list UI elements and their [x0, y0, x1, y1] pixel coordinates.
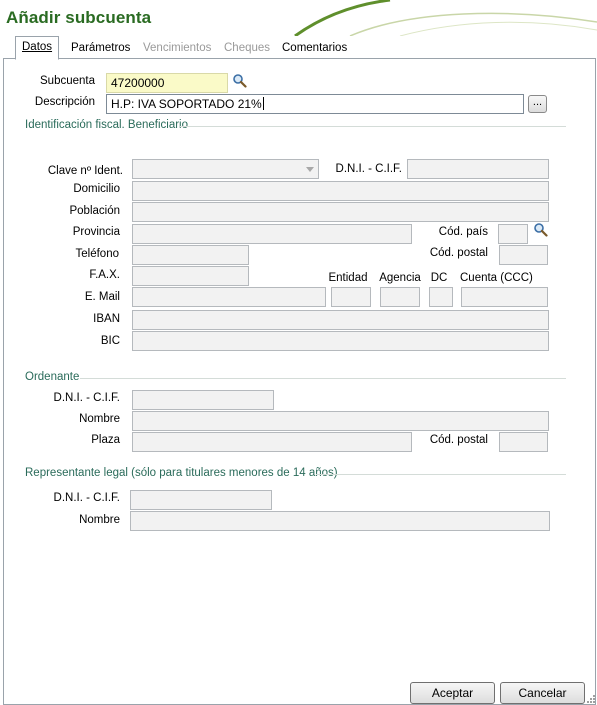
search-icon[interactable]	[232, 73, 247, 88]
cuenta-label: Cuenta (CCC)	[460, 272, 533, 284]
ordenante-cod-postal-field[interactable]	[499, 432, 548, 452]
section-divider	[180, 126, 566, 127]
descripcion-label: Descripción	[34, 96, 95, 108]
iban-label: IBAN	[93, 313, 120, 325]
accept-button[interactable]: Aceptar	[410, 682, 495, 704]
dni-field[interactable]	[407, 159, 549, 179]
datos-panel	[3, 58, 596, 705]
poblacion-label: Población	[69, 205, 120, 217]
section-divider	[80, 378, 566, 379]
fax-field[interactable]	[132, 266, 249, 286]
ordenante-cod-postal-label: Cód. postal	[429, 434, 488, 446]
descripcion-ellipsis-button[interactable]: ...	[528, 95, 547, 113]
chevron-down-icon	[306, 167, 314, 172]
tab-strip: Datos Parámetros Vencimientos Cheques Co…	[0, 36, 597, 60]
iban-field[interactable]	[132, 310, 549, 330]
plaza-label: Plaza	[91, 434, 120, 446]
descripcion-field[interactable]: H.P: IVA SOPORTADO 21%	[106, 94, 524, 114]
cod-pais-field[interactable]	[498, 224, 528, 244]
dc-label: DC	[430, 272, 448, 284]
provincia-field[interactable]	[132, 224, 412, 244]
ordenante-section-title: Ordenante	[25, 371, 80, 383]
representante-nombre-label: Nombre	[79, 514, 120, 526]
representante-dni-field[interactable]	[130, 490, 272, 510]
email-field[interactable]	[132, 287, 326, 307]
ordenante-dni-field[interactable]	[132, 390, 274, 410]
domicilio-label: Domicilio	[73, 183, 120, 195]
plaza-field[interactable]	[132, 432, 412, 452]
entidad-field[interactable]	[331, 287, 371, 307]
window-title: Añadir subcuenta	[6, 8, 152, 27]
clave-select[interactable]	[132, 159, 319, 179]
fiscal-section-title: Identificación fiscal. Beneficiario	[25, 119, 188, 131]
agencia-label: Agencia	[379, 272, 421, 284]
dni-label: D.N.I. - C.I.F.	[335, 163, 402, 175]
ordenante-nombre-label: Nombre	[79, 413, 120, 425]
resize-grip-icon[interactable]	[586, 694, 596, 704]
cod-postal-field[interactable]	[499, 245, 548, 265]
fax-label: F.A.X.	[89, 269, 120, 281]
provincia-label: Provincia	[72, 226, 120, 238]
tab-vencimientos: Vencimientos	[143, 42, 212, 54]
representante-dni-label: D.N.I. - C.I.F.	[53, 492, 120, 504]
decorative-swoosh	[294, 0, 597, 36]
agencia-field[interactable]	[380, 287, 420, 307]
cod-pais-label: Cód. país	[438, 226, 488, 238]
representante-nombre-field[interactable]	[130, 511, 550, 531]
ordenante-nombre-field[interactable]	[132, 411, 549, 431]
ordenante-dni-label: D.N.I. - C.I.F.	[53, 392, 120, 404]
search-icon[interactable]	[533, 222, 548, 237]
tab-comentarios[interactable]: Comentarios	[276, 38, 353, 58]
domicilio-field[interactable]	[132, 181, 549, 201]
telefono-field[interactable]	[132, 245, 249, 265]
bic-field[interactable]	[132, 331, 549, 351]
tab-parametros[interactable]: Parámetros	[65, 38, 136, 58]
cancel-button[interactable]: Cancelar	[500, 682, 585, 704]
poblacion-field[interactable]	[132, 202, 549, 222]
subcuenta-field[interactable]: 47200000	[106, 73, 228, 93]
dc-field[interactable]	[429, 287, 453, 307]
tab-cheques: Cheques	[224, 42, 271, 54]
section-divider	[316, 474, 566, 475]
subcuenta-label: Subcuenta	[40, 75, 95, 87]
cuenta-field[interactable]	[461, 287, 548, 307]
cod-postal-label: Cód. postal	[429, 247, 488, 259]
email-label: E. Mail	[84, 291, 120, 303]
representante-section-title: Representante legal (sólo para titulares…	[25, 467, 338, 479]
telefono-label: Teléfono	[75, 248, 119, 260]
bic-label: BIC	[100, 335, 120, 347]
clave-label: Clave nº Ident.	[47, 165, 123, 177]
entidad-label: Entidad	[328, 272, 368, 284]
tab-datos[interactable]: Datos	[15, 36, 60, 60]
